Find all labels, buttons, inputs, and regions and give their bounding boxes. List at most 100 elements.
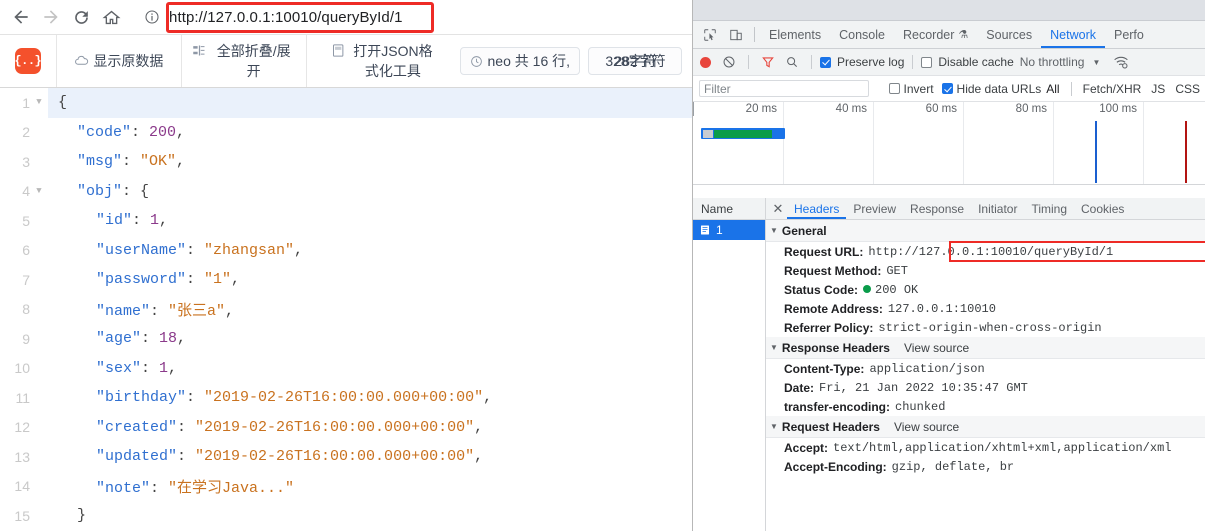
inspect-element-button[interactable] (697, 23, 723, 47)
code-token: "msg" (77, 153, 123, 171)
code-line[interactable]: 13 "updated": "2019-02-26T16:00:00.000+00… (0, 442, 692, 472)
detail-tab-headers[interactable]: Headers (787, 198, 846, 219)
code-line-text: "created": "2019-02-26T16:00:00.000+00:0… (48, 419, 483, 436)
tab-console[interactable]: Console (830, 21, 894, 48)
tab-sources[interactable]: Sources (977, 21, 1041, 48)
code-line[interactable]: 7 "password": "1", (0, 265, 692, 295)
code-line[interactable]: 12 "created": "2019-02-26T16:00:00.000+00… (0, 413, 692, 443)
detail-tab-timing[interactable]: Timing (1024, 198, 1074, 219)
disclosure-triangle-icon[interactable]: ▼ (770, 422, 778, 431)
detail-tab-response[interactable]: Response (903, 198, 971, 219)
code-line[interactable]: 10 "sex": 1, (0, 354, 692, 384)
devtools-drag-handle[interactable] (693, 0, 1205, 21)
tab-network[interactable]: Network (1041, 21, 1105, 48)
disclosure-triangle-icon[interactable]: ▼ (770, 343, 778, 352)
tab-recorder[interactable]: Recorder ⚗ (894, 21, 977, 48)
forward-button[interactable] (36, 2, 66, 32)
filter-type-fetch-xhr[interactable]: Fetch/XHR (1078, 82, 1147, 96)
hide-data-urls-label[interactable]: Hide data URLs (957, 82, 1042, 96)
filter-input[interactable]: Filter (699, 80, 869, 97)
throttling-select[interactable]: No throttling (1020, 55, 1085, 69)
code-token: , (474, 418, 484, 436)
filter-type-js[interactable]: JS (1146, 82, 1170, 96)
filter-toggle-button[interactable] (757, 52, 779, 72)
header-row: Accept-Encoding: gzip, deflate, br (766, 457, 1205, 476)
code-token: , (225, 302, 235, 320)
code-token: 18 (159, 330, 178, 348)
code-line-text: "id": 1, (48, 212, 168, 229)
open-json-formatter-button[interactable]: 打开JSON格式化工具 (307, 35, 459, 87)
back-button[interactable] (6, 2, 36, 32)
preserve-log-label[interactable]: Preserve log (837, 55, 904, 69)
disclosure-triangle-icon[interactable]: ▼ (770, 226, 778, 235)
code-line[interactable]: 3 "msg": "OK", (0, 147, 692, 177)
timeline-request-bar (701, 128, 785, 139)
headers-section-header[interactable]: ▼ Response Headers View source (766, 337, 1205, 359)
fold-triangle-icon[interactable]: ▼ (30, 186, 48, 196)
detail-tab-initiator[interactable]: Initiator (971, 198, 1024, 219)
headers-section-header[interactable]: ▼ Request Headers View source (766, 416, 1205, 438)
header-value: application/json (869, 361, 985, 376)
code-line[interactable]: 11 "birthday": "2019-02-26T16:00:00.000+0… (0, 383, 692, 413)
code-line[interactable]: 1 ▼ { (0, 88, 692, 118)
reload-button[interactable] (66, 2, 96, 32)
headers-section-header[interactable]: ▼ General (766, 220, 1205, 242)
collapse-expand-all-button[interactable]: 全部折叠/展开 (182, 35, 308, 87)
clear-button[interactable] (718, 52, 740, 72)
disable-cache-label[interactable]: Disable cache (938, 55, 1013, 69)
invert-checkbox[interactable] (888, 83, 900, 94)
code-line[interactable]: 15} (0, 501, 692, 531)
request-row-1[interactable]: 1 (693, 220, 765, 240)
tab-elements[interactable]: Elements (760, 21, 830, 48)
toolbar-divider-1 (748, 55, 749, 69)
tab-sources-label: Sources (986, 27, 1033, 42)
fold-triangle-icon[interactable]: ▼ (30, 98, 48, 107)
header-name: Content-Type: (784, 361, 865, 376)
json-code-area[interactable]: 1 ▼{2 "code": 200, 3 "msg": "OK", 4 ▼ "obj": {5… (0, 88, 692, 531)
search-button[interactable] (781, 52, 803, 72)
chevron-down-icon[interactable]: ▼ (1092, 58, 1100, 67)
browser-window: http://127.0.0.1:10010/queryById/1 {..} … (0, 0, 692, 531)
preserve-log-checkbox[interactable] (820, 56, 831, 68)
close-icon[interactable]: ✕ (769, 202, 787, 215)
address-bar[interactable]: http://127.0.0.1:10010/queryById/1 (132, 2, 676, 32)
invert-label[interactable]: Invert (904, 82, 934, 96)
request-list-header[interactable]: Name (693, 198, 765, 220)
filter-divider (1070, 81, 1072, 96)
network-timeline-overview[interactable]: 20 ms40 ms60 ms80 ms100 ms120 (693, 102, 1205, 185)
record-button[interactable] (700, 56, 711, 68)
disable-cache-checkbox[interactable] (921, 56, 933, 68)
line-number: 14 (14, 478, 30, 495)
json-viewer-toolbar: {..} 显示原数据 全部折叠/展开 打开JSON格式化工具 neo 共 16 … (0, 34, 692, 88)
show-raw-data-button[interactable]: 显示原数据 (57, 35, 182, 87)
view-source-link[interactable]: View source (894, 420, 959, 434)
hide-data-urls-checkbox[interactable] (941, 83, 953, 94)
code-line[interactable]: 9 "age": 18, (0, 324, 692, 354)
filter-type-all[interactable]: All (1041, 82, 1064, 96)
dom-content-loaded-marker (1095, 121, 1097, 183)
code-line[interactable]: 2 "code": 200, (0, 118, 692, 148)
back-arrow-icon (14, 10, 28, 24)
headers-section-title: Response Headers (781, 340, 890, 355)
filter-type-css[interactable]: CSS (1170, 82, 1205, 96)
code-line[interactable]: 8 "name": "张三a", (0, 295, 692, 325)
code-line[interactable]: 5 "id": 1, (0, 206, 692, 236)
detail-tab-cookies[interactable]: Cookies (1074, 198, 1131, 219)
view-source-link[interactable]: View source (904, 341, 969, 355)
code-line[interactable]: 4 ▼ "obj": { (0, 177, 692, 207)
toggle-device-toolbar-button[interactable] (723, 23, 749, 47)
headers-body: ▼ General Request URL: http://127.0.0.1:100… (766, 220, 1205, 476)
network-conditions-button[interactable] (1110, 52, 1132, 72)
code-token: : (186, 389, 205, 407)
code-token: "id" (96, 212, 133, 230)
tab-performance[interactable]: Perfo (1105, 21, 1153, 48)
json-viewer-stats: neo 共 16 行, 328字符 282字符 (459, 35, 692, 87)
detail-tab-preview[interactable]: Preview (846, 198, 903, 219)
code-line[interactable]: 14 "note": "在学习Java..." (0, 472, 692, 502)
home-button[interactable] (96, 2, 126, 32)
tab-divider (754, 27, 755, 42)
header-name: Referrer Policy: (784, 320, 874, 335)
code-line[interactable]: 6 "userName": "zhangsan", (0, 236, 692, 266)
code-token: } (77, 507, 87, 525)
info-circle-icon[interactable] (144, 9, 160, 25)
